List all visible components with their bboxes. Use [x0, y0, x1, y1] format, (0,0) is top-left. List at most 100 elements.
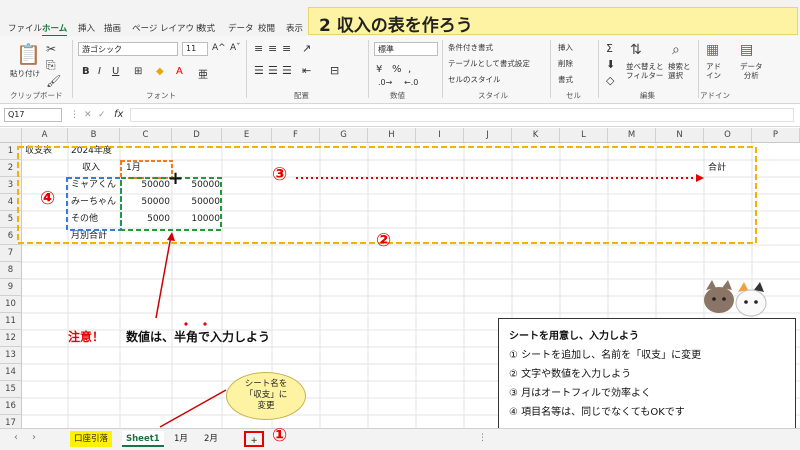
ribbon: 📋 貼り付け ✂ ⎘ 🖌 クリップボード 游ゴシック 11 A^ Aˇ B I …: [0, 36, 800, 104]
cut-icon[interactable]: ✂: [46, 42, 56, 56]
formula-input[interactable]: [130, 108, 794, 122]
divider: [246, 40, 247, 98]
cell-styles-button[interactable]: セルのスタイル: [448, 74, 501, 85]
menu-review[interactable]: 校閲: [258, 22, 275, 34]
delete-cells-button[interactable]: 削除: [558, 58, 573, 69]
sheet-tab[interactable]: 口座引落: [70, 431, 113, 447]
sheet-tab[interactable]: 2月: [200, 431, 222, 447]
divider: [72, 40, 73, 98]
percent-icon[interactable]: %: [392, 64, 402, 75]
sheet-tab-bar: ‹ › 口座引落 Sheet1 1月 2月 + ① ⋮: [0, 425, 800, 450]
emphasis-dot: [184, 322, 188, 326]
menu-home[interactable]: ホーム: [42, 22, 68, 37]
increase-decimal-icon[interactable]: .0→: [378, 78, 392, 87]
scroll-menu-icon[interactable]: ⋮: [478, 433, 487, 443]
align-left-icon[interactable]: ☰: [254, 64, 264, 77]
number-format-select[interactable]: 標準: [374, 42, 438, 56]
format-cells-button[interactable]: 書式: [558, 74, 573, 85]
grow-font-icon[interactable]: A^: [212, 43, 226, 53]
annotation-marker-1: ①: [272, 425, 288, 446]
decrease-decimal-icon[interactable]: ←.0: [404, 78, 418, 87]
autosum-icon[interactable]: Σ: [606, 42, 613, 55]
alignment-group-label: 配置: [294, 91, 309, 100]
fill-icon[interactable]: ⬇: [606, 58, 615, 71]
align-top-icon[interactable]: ≡: [254, 42, 263, 55]
annotation-marker-4: ④: [40, 188, 56, 209]
clipboard-group-label: クリップボード: [10, 91, 63, 100]
addins-button[interactable]: アド イン: [706, 62, 721, 80]
sheet-tab[interactable]: 1月: [170, 431, 192, 447]
clear-icon[interactable]: ◇: [606, 74, 614, 87]
indent-icon[interactable]: ⇤: [302, 64, 311, 77]
paste-icon[interactable]: 📋: [16, 42, 41, 66]
font-size-select[interactable]: 11: [182, 42, 208, 56]
menu-data[interactable]: データ: [228, 22, 254, 34]
addins-icon[interactable]: ▦: [706, 42, 719, 58]
rename-callout: シート名を 「収支」に 変更: [226, 372, 306, 420]
conditional-format-button[interactable]: 条件付き書式: [448, 42, 493, 53]
bold-icon[interactable]: B: [82, 66, 90, 77]
title-banner: 2 収入の表を作ろう: [308, 7, 798, 36]
divider: [442, 40, 443, 98]
align-center-icon[interactable]: ☰: [268, 64, 278, 77]
merge-icon[interactable]: ⊟: [330, 64, 339, 77]
menu-insert[interactable]: 挿入: [78, 22, 95, 34]
instruction-item: ③ 月はオートフィルで効率よく: [509, 388, 651, 399]
callout-text: シート名を 「収支」に 変更: [244, 379, 288, 411]
name-box[interactable]: Q17: [4, 108, 62, 122]
sort-filter-button[interactable]: 並べ替えと フィルター: [626, 62, 664, 80]
data-analysis-icon[interactable]: ▤: [740, 42, 753, 58]
instruction-item: ② 文字や数値を入力しよう: [509, 369, 632, 380]
addins-group-label: アドイン: [700, 91, 730, 100]
callout-arrow: [159, 389, 227, 428]
enter-icon[interactable]: ✓: [98, 110, 106, 120]
instruction-item: ④ 項目名等は、同じでなくてもOKです: [509, 407, 685, 418]
styles-group-label: スタイル: [478, 91, 508, 100]
sort-filter-icon[interactable]: ⇅: [630, 42, 642, 58]
underline-icon[interactable]: U: [112, 66, 119, 77]
orientation-icon[interactable]: ↗: [302, 42, 311, 55]
menu-page-layout[interactable]: ページ レイアウト: [132, 22, 203, 34]
prev-sheet-icon[interactable]: ‹: [14, 432, 18, 443]
instructions-title: シートを用意し、入力しよう: [509, 331, 639, 342]
format-as-table-button[interactable]: テーブルとして書式設定: [448, 58, 530, 69]
divider: [550, 40, 551, 98]
border-icon[interactable]: ⊞: [134, 66, 142, 77]
emphasis-dot: [203, 322, 207, 326]
month-header-dashed-box: [120, 160, 173, 179]
warning-text: 数値は、半角で入力しよう: [126, 330, 271, 344]
copy-icon[interactable]: ⎘: [46, 58, 56, 73]
align-bottom-icon[interactable]: ≡: [282, 42, 291, 55]
find-select-icon[interactable]: ⌕: [672, 42, 680, 58]
shrink-font-icon[interactable]: Aˇ: [230, 43, 241, 53]
align-middle-icon[interactable]: ≡: [268, 42, 277, 55]
find-select-button[interactable]: 検索と 選択: [668, 62, 691, 80]
paste-button[interactable]: 貼り付け: [10, 68, 40, 79]
fill-color-icon[interactable]: ◆: [156, 66, 164, 77]
align-right-icon[interactable]: ☰: [282, 64, 292, 77]
italic-icon[interactable]: I: [98, 66, 101, 77]
fx-icon[interactable]: fx: [114, 109, 123, 120]
menu-formulas[interactable]: 数式: [198, 22, 215, 34]
cat-illustration: [700, 278, 770, 318]
font-color-icon[interactable]: A: [176, 66, 183, 77]
insert-cells-button[interactable]: 挿入: [558, 42, 573, 53]
menu-draw[interactable]: 描画: [104, 22, 121, 34]
font-family-select[interactable]: 游ゴシック: [78, 42, 178, 56]
data-analysis-button[interactable]: データ 分析: [740, 62, 763, 80]
menu-file[interactable]: ファイル: [8, 22, 42, 34]
phonetic-icon[interactable]: 亜: [198, 66, 208, 81]
menu-view[interactable]: 表示: [286, 22, 303, 34]
cats-icon: [704, 280, 767, 317]
currency-icon[interactable]: ¥: [376, 64, 382, 75]
cancel-icon[interactable]: ✕: [84, 110, 92, 120]
comma-icon[interactable]: ,: [408, 64, 411, 75]
sheet-tab-active[interactable]: Sheet1: [122, 431, 164, 447]
warning-arrowhead: [167, 232, 175, 241]
formula-bar: Q17 ⋮ ✕ ✓ fx: [0, 105, 800, 127]
next-sheet-icon[interactable]: ›: [32, 432, 36, 443]
more-icon[interactable]: ⋮: [70, 110, 79, 120]
format-painter-icon[interactable]: 🖌: [46, 74, 61, 88]
add-sheet-button[interactable]: +: [244, 431, 264, 447]
cells-group-label: セル: [566, 91, 581, 100]
